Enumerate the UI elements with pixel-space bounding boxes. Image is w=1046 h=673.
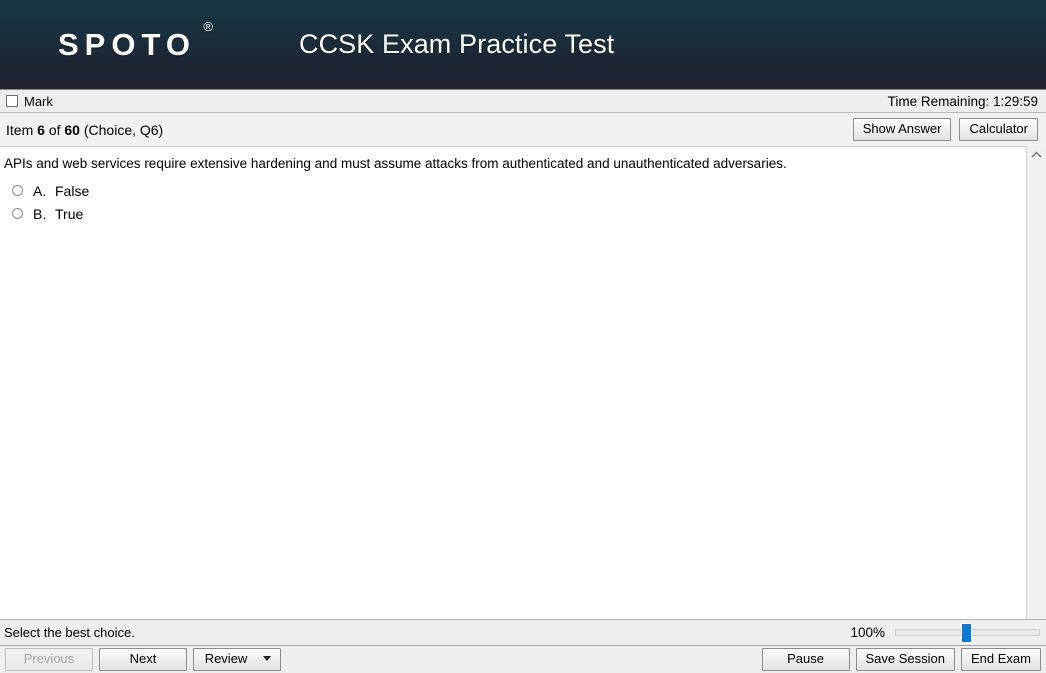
radio-a[interactable] bbox=[12, 185, 23, 197]
item-counter: Item 6 of 60 (Choice, Q6) bbox=[6, 122, 163, 138]
question-area: APIs and web services require extensive … bbox=[0, 146, 1046, 619]
review-button[interactable]: Review bbox=[193, 647, 281, 672]
zoom-percent: 100% bbox=[850, 625, 885, 640]
item-actions: Show Answer Calculator bbox=[852, 117, 1046, 142]
choice-letter-b: B. bbox=[33, 205, 47, 222]
pause-button[interactable]: Pause bbox=[761, 647, 850, 672]
item-current: 6 bbox=[37, 121, 45, 138]
choice-text-a: False bbox=[55, 182, 90, 199]
show-answer-button[interactable]: Show Answer bbox=[852, 117, 952, 142]
mark-bar: Mark Time Remaining: 1:29:59 bbox=[0, 89, 1046, 113]
choice-option-a[interactable]: A. False bbox=[4, 179, 1026, 202]
item-of: of bbox=[48, 121, 61, 138]
status-bar: Select the best choice. 100% bbox=[0, 619, 1046, 645]
bottom-toolbar: Previous Next Review Pause Save Session … bbox=[0, 645, 1046, 673]
session-buttons: Pause Save Session End Exam bbox=[761, 647, 1041, 672]
radio-b[interactable] bbox=[12, 208, 23, 220]
mark-checkbox[interactable] bbox=[6, 95, 18, 107]
zoom-slider[interactable] bbox=[895, 622, 1040, 643]
next-button[interactable]: Next bbox=[99, 647, 187, 672]
exam-title: CCSK Exam Practice Test bbox=[298, 29, 615, 59]
item-prefix: Item bbox=[6, 121, 34, 138]
mark-label: Mark bbox=[24, 93, 53, 109]
item-meta: (Choice, Q6) bbox=[83, 121, 164, 138]
instruction-text: Select the best choice. bbox=[4, 625, 135, 640]
scrollbar-track[interactable] bbox=[1027, 163, 1046, 619]
item-header: Item 6 of 60 (Choice, Q6) Show Answer Ca… bbox=[0, 113, 1046, 146]
zoom-slider-thumb[interactable] bbox=[961, 622, 972, 643]
chevron-down-icon bbox=[263, 656, 272, 662]
time-remaining: Time Remaining: 1:29:59 bbox=[887, 93, 1038, 109]
item-total: 60 bbox=[64, 121, 80, 138]
registered-trademark-icon: ® bbox=[203, 19, 213, 34]
zoom-control: 100% bbox=[850, 622, 1040, 643]
scroll-up-icon[interactable] bbox=[1027, 146, 1046, 163]
question-content: APIs and web services require extensive … bbox=[0, 146, 1026, 619]
exam-window: SPOTO ® CCSK Exam Practice Test Mark Time… bbox=[0, 0, 1046, 673]
choice-letter-a: A. bbox=[33, 182, 47, 199]
previous-button[interactable]: Previous bbox=[5, 647, 93, 672]
save-session-button[interactable]: Save Session bbox=[855, 647, 956, 672]
brand-name: SPOTO bbox=[58, 27, 196, 62]
navigation-buttons: Previous Next Review bbox=[5, 647, 281, 672]
choice-text-b: True bbox=[55, 205, 84, 222]
review-label: Review bbox=[204, 650, 248, 666]
choice-list: A. False B. True bbox=[0, 179, 1026, 225]
end-exam-button[interactable]: End Exam bbox=[961, 647, 1041, 672]
calculator-button[interactable]: Calculator bbox=[959, 117, 1038, 142]
question-stem: APIs and web services require extensive … bbox=[4, 156, 787, 171]
app-header: SPOTO ® CCSK Exam Practice Test bbox=[0, 0, 1046, 89]
spoto-logo: SPOTO ® bbox=[58, 20, 213, 62]
choice-option-b[interactable]: B. True bbox=[4, 202, 1026, 225]
mark-control[interactable]: Mark bbox=[6, 94, 53, 109]
vertical-scrollbar[interactable] bbox=[1026, 146, 1046, 619]
